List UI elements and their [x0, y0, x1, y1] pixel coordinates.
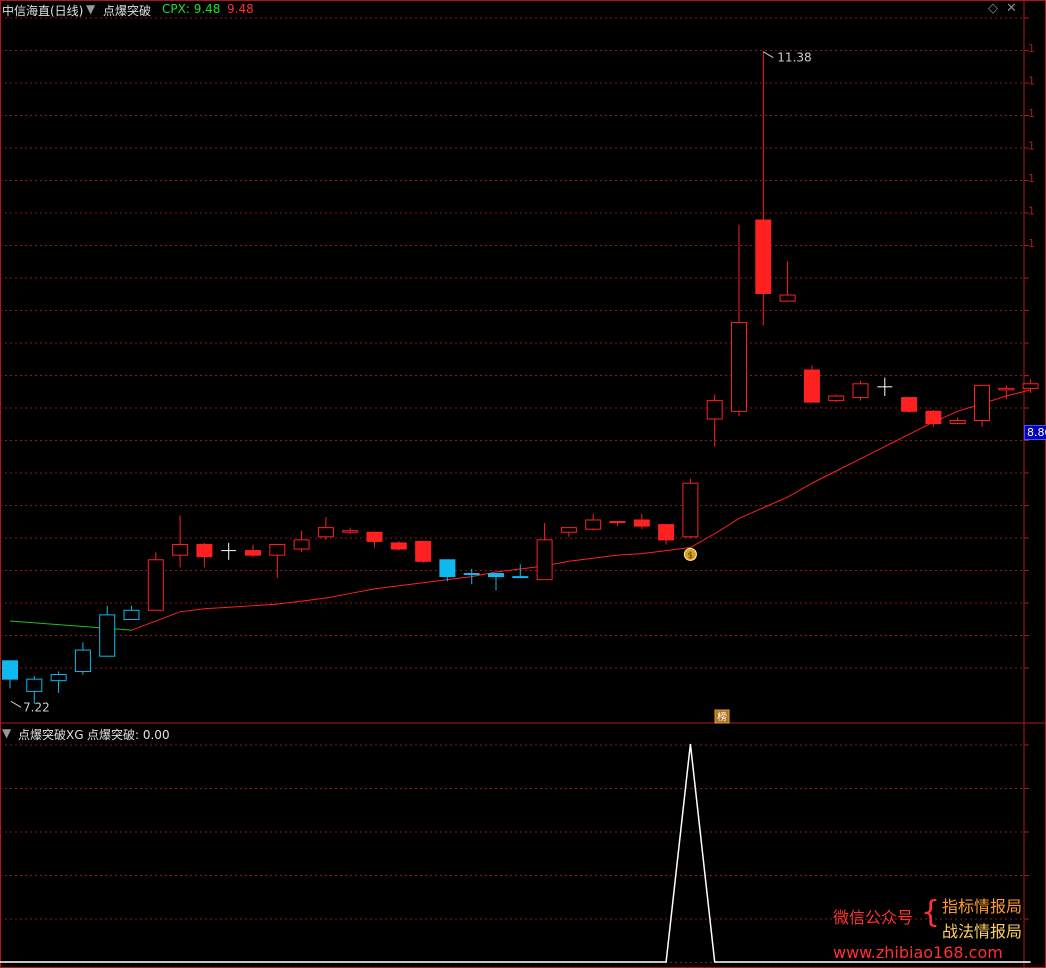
- candle-body[interactable]: [439, 559, 456, 578]
- y-tick-label: 1: [1028, 42, 1035, 55]
- candle-body[interactable]: [852, 383, 869, 399]
- watermark-url: www.zhibiao168.com: [833, 943, 1003, 962]
- watermark-account-1: 指标情报局: [942, 897, 1023, 916]
- sub-chevron-down-icon[interactable]: ▼: [2, 726, 11, 740]
- chevron-down-icon[interactable]: ▼: [86, 2, 95, 16]
- candle-body[interactable]: [50, 674, 67, 682]
- diamond-icon[interactable]: ◇: [988, 1, 998, 16]
- high-pointer: [763, 51, 774, 59]
- candle-body[interactable]: [245, 550, 261, 556]
- signal-coin-glyph: $: [688, 551, 694, 561]
- stock-chart-window: 1 1 1 1 1 1 1 11.38 7.22 $ 榜 中信海直(日线) ▼ 点爆突破 CPX: …: [0, 0, 1046, 968]
- candle-body[interactable]: [998, 387, 1015, 391]
- low-pointer: [10, 700, 22, 708]
- candle-body[interactable]: [415, 540, 432, 562]
- sub-indicator-value: 点爆突破: 0.00: [87, 728, 170, 742]
- candle-body[interactable]: [2, 660, 18, 680]
- low-label: 7.22: [23, 700, 50, 714]
- candle-body[interactable]: [172, 543, 189, 556]
- y-tick-label: 1: [1028, 172, 1035, 185]
- candle-body[interactable]: [26, 678, 43, 692]
- candle-body[interactable]: [536, 539, 553, 581]
- candle-body[interactable]: [974, 384, 990, 422]
- chart-frame: [0, 0, 1046, 968]
- candle-body[interactable]: [925, 410, 942, 425]
- cpx-value: 9.48: [227, 2, 254, 16]
- candle-body[interactable]: [901, 397, 918, 412]
- candle-body[interactable]: [658, 524, 675, 541]
- signal-line: [0, 743, 1031, 963]
- watermark-account-2: 战法情报局: [942, 922, 1023, 941]
- candle-body[interactable]: [317, 527, 334, 538]
- candle-body[interactable]: [99, 614, 116, 657]
- candle-body[interactable]: [390, 542, 407, 550]
- candle-body[interactable]: [585, 519, 602, 530]
- candle-body[interactable]: [755, 219, 772, 294]
- candle-body[interactable]: [293, 539, 310, 550]
- candle-body[interactable]: [196, 543, 213, 558]
- sub-indicator-title[interactable]: 点爆突破XG: [18, 726, 84, 743]
- candle-body[interactable]: [609, 521, 626, 524]
- candle-body[interactable]: [366, 531, 383, 542]
- watermark-brace: {: [921, 895, 941, 930]
- ranking-badge-label: 榜: [717, 711, 727, 724]
- candle-body[interactable]: [560, 527, 577, 533]
- candle-body[interactable]: [706, 400, 723, 420]
- candle-body[interactable]: [74, 649, 91, 672]
- y-tick-label: 1: [1028, 205, 1035, 218]
- y-tick-label: 1: [1028, 107, 1035, 120]
- candle-body[interactable]: [488, 573, 504, 578]
- indicator-title[interactable]: 点爆突破: [103, 2, 151, 19]
- close-icon[interactable]: ✕: [1006, 1, 1017, 16]
- candle-body[interactable]: [463, 573, 480, 576]
- candle-body[interactable]: [147, 559, 164, 611]
- y-tick-label: 1: [1028, 140, 1035, 153]
- y-tick-label: 1: [1028, 237, 1035, 250]
- chart-canvas[interactable]: 1 1 1 1 1 1 1 11.38 7.22 $ 榜: [0, 0, 1046, 968]
- candle-body[interactable]: [803, 369, 820, 403]
- candle-body[interactable]: [123, 609, 140, 620]
- candle-body[interactable]: [779, 294, 796, 302]
- candle-body[interactable]: [633, 519, 650, 527]
- candle-body[interactable]: [682, 482, 699, 538]
- stock-title: 中信海直(日线): [2, 4, 84, 18]
- current-price-tag: 8.80: [1024, 425, 1046, 440]
- watermark-wechat: 微信公众号: [833, 908, 914, 927]
- y-tick-label: 1: [1028, 75, 1035, 88]
- candle-body[interactable]: [949, 420, 966, 425]
- cpx-label: CPX: 9.48: [162, 2, 221, 16]
- candle-body[interactable]: [731, 322, 747, 412]
- candle-body[interactable]: [1022, 383, 1039, 389]
- candle-body[interactable]: [828, 395, 845, 402]
- ma-line: [131, 389, 1031, 631]
- candle-body[interactable]: [512, 576, 529, 579]
- high-label: 11.38: [777, 51, 811, 65]
- candle-body[interactable]: [269, 543, 286, 556]
- candle-body[interactable]: [342, 530, 359, 533]
